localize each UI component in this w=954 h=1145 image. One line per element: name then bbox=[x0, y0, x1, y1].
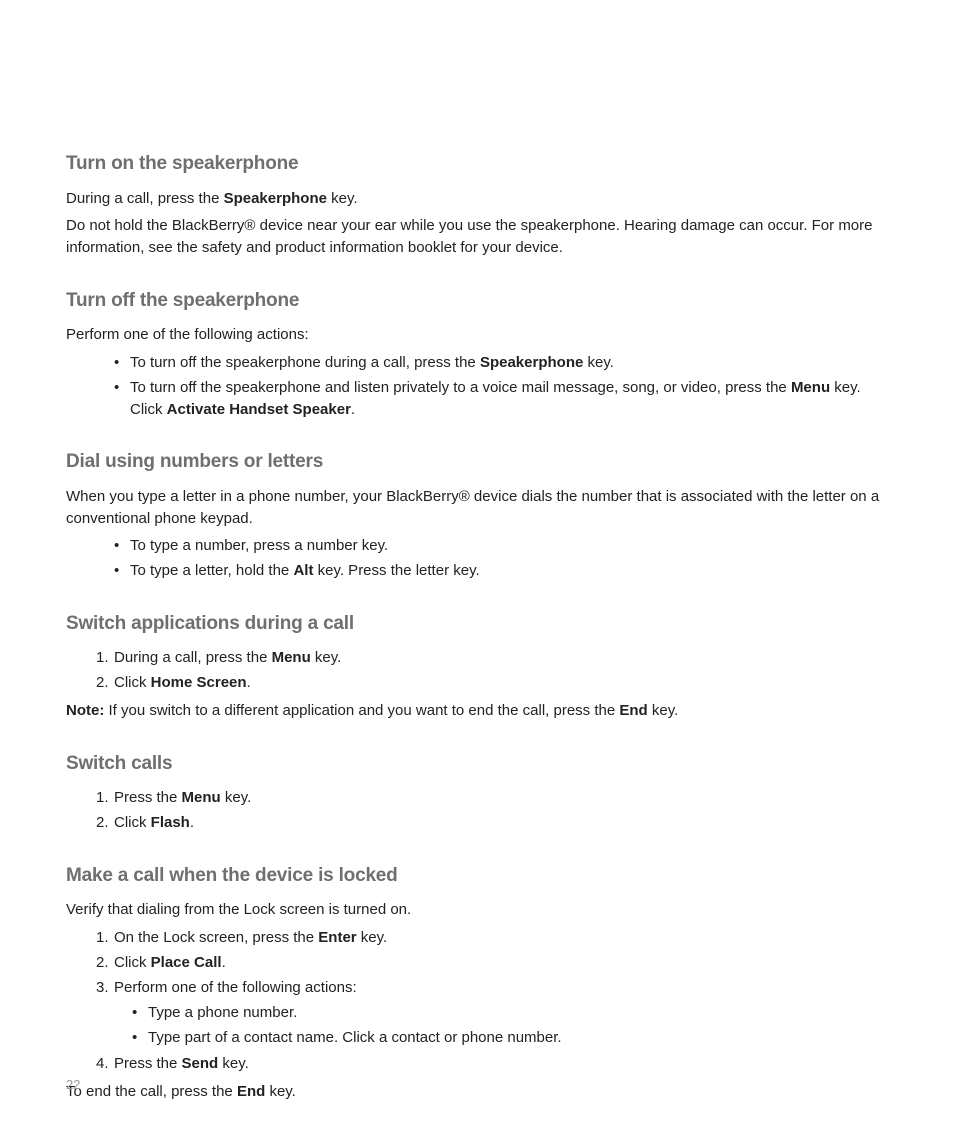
bold-text: Menu bbox=[182, 789, 221, 806]
text: key. bbox=[218, 1055, 249, 1072]
text: Press the bbox=[114, 1055, 182, 1072]
page-body: Turn on the speakerphone During a call, … bbox=[66, 60, 894, 1102]
list-item: To type a number, press a number key. bbox=[130, 535, 894, 557]
text: . bbox=[222, 954, 226, 971]
text: To turn off the speakerphone during a ca… bbox=[130, 354, 480, 371]
text: key. bbox=[265, 1083, 296, 1100]
text: Click bbox=[114, 814, 151, 831]
heading-turn-on-speakerphone: Turn on the speakerphone bbox=[66, 150, 894, 178]
text: Click bbox=[114, 954, 151, 971]
note-paragraph: Note: If you switch to a different appli… bbox=[66, 700, 894, 722]
heading-turn-off-speakerphone: Turn off the speakerphone bbox=[66, 287, 894, 315]
list-item: Type a phone number. bbox=[148, 1002, 894, 1024]
bold-text: End bbox=[237, 1083, 265, 1100]
text: Perform one of the following actions: bbox=[114, 979, 357, 996]
list-item: To type a letter, hold the Alt key. Pres… bbox=[130, 560, 894, 582]
text: . bbox=[190, 814, 194, 831]
list-item: Click Home Screen. bbox=[96, 672, 894, 694]
page-number: 22 bbox=[66, 1076, 80, 1095]
text: . bbox=[351, 401, 355, 418]
bold-text: Place Call bbox=[151, 954, 222, 971]
text: To turn off the speakerphone and listen … bbox=[130, 379, 791, 396]
list-item: Press the Menu key. bbox=[96, 787, 894, 809]
bold-text: Activate Handset Speaker bbox=[167, 401, 351, 418]
text: Click bbox=[114, 674, 151, 691]
paragraph: During a call, press the Speakerphone ke… bbox=[66, 188, 894, 210]
text: To end the call, press the bbox=[66, 1083, 237, 1100]
bullet-list: To turn off the speakerphone during a ca… bbox=[66, 352, 894, 420]
heading-dial-numbers-letters: Dial using numbers or letters bbox=[66, 448, 894, 476]
list-item: Press the Send key. bbox=[96, 1053, 894, 1075]
text: key. bbox=[327, 190, 358, 207]
text: key. bbox=[221, 789, 252, 806]
text: Press the bbox=[114, 789, 182, 806]
bold-text: Alt bbox=[293, 562, 313, 579]
text: During a call, press the bbox=[66, 190, 224, 207]
text: key. bbox=[583, 354, 614, 371]
paragraph: Perform one of the following actions: bbox=[66, 324, 894, 346]
text: key. bbox=[357, 929, 388, 946]
list-item: Type part of a contact name. Click a con… bbox=[148, 1027, 894, 1049]
bold-text: End bbox=[619, 702, 647, 719]
heading-make-call-locked: Make a call when the device is locked bbox=[66, 862, 894, 890]
text: To type a letter, hold the bbox=[130, 562, 293, 579]
note-label: Note: bbox=[66, 702, 104, 719]
bold-text: Send bbox=[182, 1055, 219, 1072]
text: . bbox=[247, 674, 251, 691]
ordered-list: On the Lock screen, press the Enter key.… bbox=[66, 927, 894, 1075]
ordered-list: Press the Menu key. Click Flash. bbox=[66, 787, 894, 834]
list-item: To turn off the speakerphone during a ca… bbox=[130, 352, 894, 374]
bullet-list: To type a number, press a number key. To… bbox=[66, 535, 894, 582]
bold-text: Home Screen bbox=[151, 674, 247, 691]
list-item: On the Lock screen, press the Enter key. bbox=[96, 927, 894, 949]
text: During a call, press the bbox=[114, 649, 272, 666]
bold-text: Enter bbox=[318, 929, 356, 946]
list-item: Click Place Call. bbox=[96, 952, 894, 974]
text: On the Lock screen, press the bbox=[114, 929, 318, 946]
text: key. bbox=[648, 702, 679, 719]
bold-text: Flash bbox=[151, 814, 190, 831]
paragraph: Do not hold the BlackBerry® device near … bbox=[66, 215, 894, 259]
paragraph: Verify that dialing from the Lock screen… bbox=[66, 899, 894, 921]
text: key. Press the letter key. bbox=[313, 562, 479, 579]
bullet-list: Type a phone number. Type part of a cont… bbox=[114, 1002, 894, 1049]
list-item: Perform one of the following actions: Ty… bbox=[96, 977, 894, 1049]
heading-switch-applications: Switch applications during a call bbox=[66, 610, 894, 638]
bold-text: Speakerphone bbox=[224, 190, 327, 207]
text: If you switch to a different application… bbox=[104, 702, 619, 719]
bold-text: Menu bbox=[791, 379, 830, 396]
list-item: To turn off the speakerphone and listen … bbox=[130, 377, 894, 421]
list-item: Click Flash. bbox=[96, 812, 894, 834]
ordered-list: During a call, press the Menu key. Click… bbox=[66, 647, 894, 694]
paragraph: When you type a letter in a phone number… bbox=[66, 486, 894, 530]
text: key. bbox=[311, 649, 342, 666]
list-item: During a call, press the Menu key. bbox=[96, 647, 894, 669]
heading-switch-calls: Switch calls bbox=[66, 750, 894, 778]
bold-text: Menu bbox=[272, 649, 311, 666]
bold-text: Speakerphone bbox=[480, 354, 583, 371]
paragraph: To end the call, press the End key. bbox=[66, 1081, 894, 1103]
